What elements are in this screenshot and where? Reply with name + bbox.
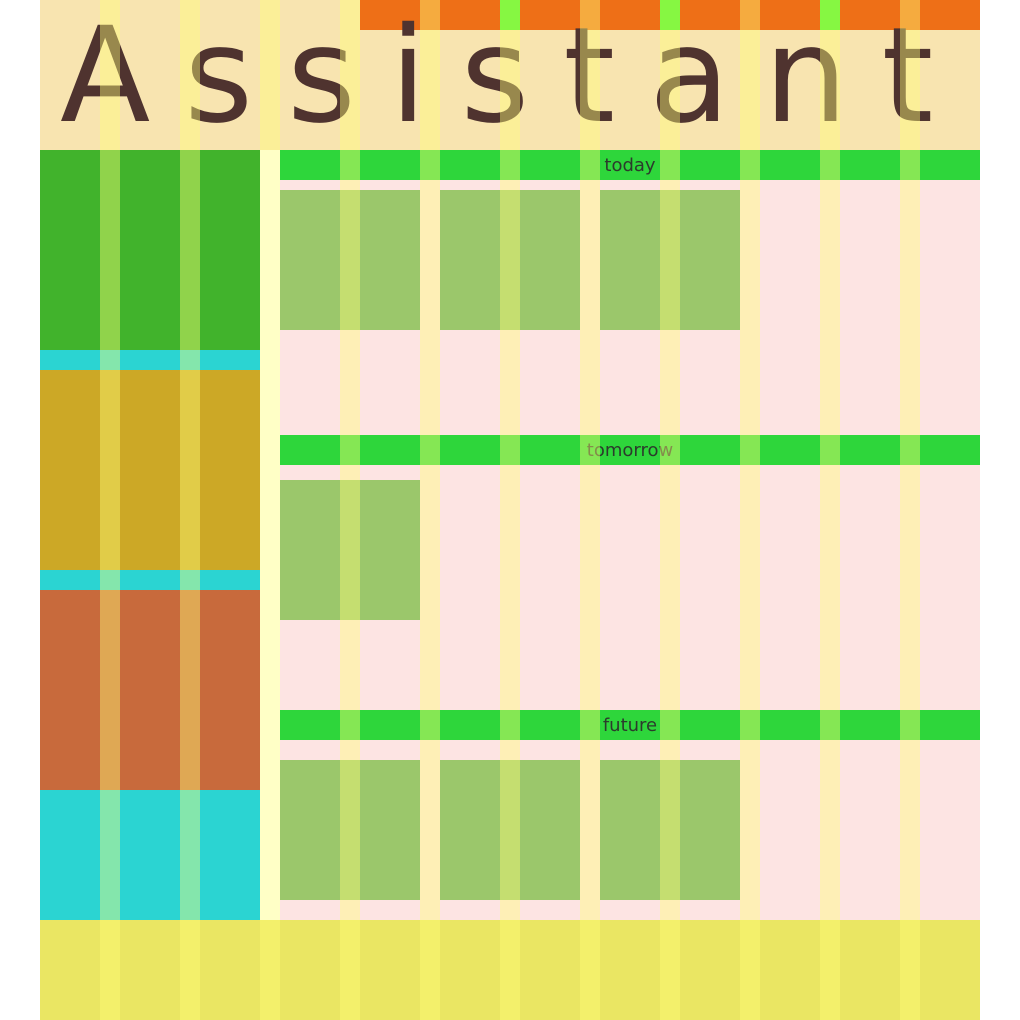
today-card[interactable]: [440, 190, 580, 330]
future-card[interactable]: [280, 760, 420, 900]
footer-bar: [40, 920, 980, 1020]
section-header-tomorrow: tomorrow: [280, 435, 980, 465]
tomorrow-card[interactable]: [280, 480, 420, 620]
today-card[interactable]: [600, 190, 740, 330]
today-card[interactable]: [280, 190, 420, 330]
column-guide: [260, 0, 280, 1020]
sidebar-divider: [40, 350, 260, 370]
future-card[interactable]: [440, 760, 580, 900]
section-label: future: [602, 714, 658, 736]
section-header-today: today: [280, 150, 980, 180]
sidebar-panel-green[interactable]: [40, 150, 260, 350]
section-label: tomorrow: [586, 439, 674, 461]
sidebar-panel-mustard[interactable]: [40, 370, 260, 570]
sidebar-panel-rust[interactable]: [40, 590, 260, 790]
section-label: today: [604, 154, 656, 176]
sidebar-footer-panel[interactable]: [40, 790, 260, 920]
sidebar-divider: [40, 570, 260, 590]
section-header-future: future: [280, 710, 980, 740]
app-title: Assistant: [60, 0, 968, 153]
future-card[interactable]: [600, 760, 740, 900]
